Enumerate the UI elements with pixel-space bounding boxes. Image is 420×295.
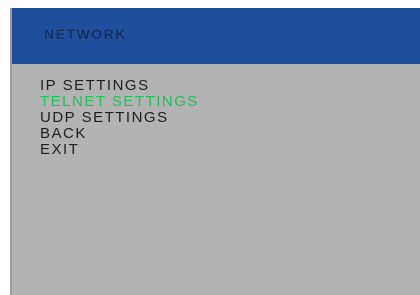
osd-menu-panel: NETWORK IP SETTINGS TELNET SETTINGS UDP … <box>10 8 420 295</box>
menu-item-telnet-settings[interactable]: TELNET SETTINGS <box>40 94 199 110</box>
network-menu-list: IP SETTINGS TELNET SETTINGS UDP SETTINGS… <box>40 78 199 158</box>
menu-item-ip-settings[interactable]: IP SETTINGS <box>40 78 199 94</box>
menu-header-bar: NETWORK <box>12 8 420 64</box>
menu-item-exit[interactable]: EXIT <box>40 142 199 158</box>
menu-item-back[interactable]: BACK <box>40 126 199 142</box>
menu-item-udp-settings[interactable]: UDP SETTINGS <box>40 110 199 126</box>
menu-title: NETWORK <box>44 26 127 42</box>
